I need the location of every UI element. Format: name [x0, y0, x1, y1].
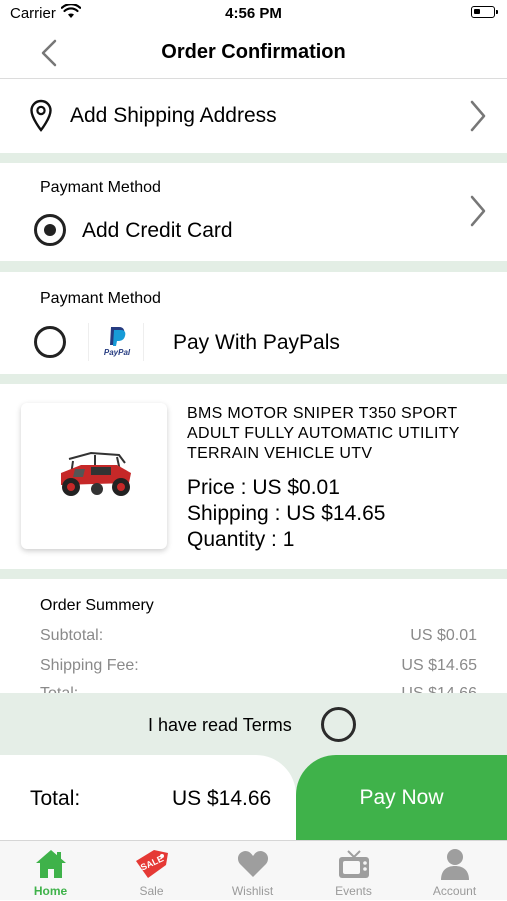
sale-tag-icon: SALE [135, 847, 169, 881]
total-label: Total: [40, 685, 78, 693]
credit-card-radio[interactable] [34, 214, 66, 246]
paypal-label: Pay With PayPals [173, 331, 340, 354]
status-bar: Carrier 4:56 PM [0, 0, 507, 28]
subtotal-value: US $0.01 [410, 627, 477, 644]
credit-card-label: Add Credit Card [82, 219, 233, 242]
payment-method-label: Paymant Method [40, 290, 161, 307]
product-quantity: Quantity : 1 [187, 528, 295, 551]
order-summary-title: Order Summery [40, 597, 154, 614]
user-icon [438, 847, 472, 881]
home-icon [34, 847, 68, 881]
heart-icon [236, 847, 270, 881]
footer-total-value: US $14.66 [172, 787, 272, 810]
section-divider [0, 569, 507, 579]
terms-checkbox[interactable] [321, 707, 356, 742]
paypal-logo-text: PayPal [103, 348, 131, 357]
tab-home[interactable]: Home [0, 841, 101, 901]
paypal-logo: PayPal [88, 323, 144, 361]
tab-sale[interactable]: SALE Sale [101, 841, 202, 901]
tab-bar: Home SALE Sale Wishlist Events Account [0, 840, 507, 900]
subtotal-label: Subtotal: [40, 627, 104, 644]
product-shipping: Shipping : US $14.65 [187, 502, 386, 525]
map-pin-icon [29, 99, 53, 138]
page-title: Order Confirmation [161, 41, 346, 63]
paypal-payment-row[interactable]: Paymant Method Pay With PayPals [0, 272, 507, 374]
tab-events-label: Events [335, 884, 372, 898]
battery-nub [496, 10, 498, 14]
shipping-address-row[interactable]: Add Shipping Address [0, 79, 507, 153]
section-divider [0, 374, 507, 384]
chevron-right-icon [468, 99, 488, 138]
credit-card-payment-row[interactable]: Paymant Method Add Credit Card [0, 163, 507, 261]
tab-account-label: Account [432, 884, 477, 898]
paypal-radio[interactable] [34, 326, 66, 358]
tab-events[interactable]: Events [303, 841, 404, 901]
tab-home-label: Home [33, 884, 68, 898]
tab-account[interactable]: Account [404, 841, 505, 901]
shipping-address-label: Add Shipping Address [70, 104, 277, 127]
product-price: Price : US $0.01 [187, 476, 340, 499]
pay-now-button[interactable]: Pay Now [296, 755, 507, 840]
chevron-right-icon [468, 194, 488, 233]
tab-wishlist[interactable]: Wishlist [202, 841, 303, 901]
section-divider [0, 261, 507, 272]
total-value: US $14.66 [401, 685, 477, 693]
footer-total-label: Total: [30, 787, 81, 810]
product-image [21, 403, 167, 549]
tab-wishlist-label: Wishlist [231, 884, 274, 898]
navigation-bar: Order Confirmation [0, 28, 507, 79]
product-name: BMS MOTOR SNIPER T350 SPORT ADULT FULLY … [187, 405, 460, 462]
shipping-fee-value: US $14.65 [401, 657, 477, 674]
shipping-fee-label: Shipping Fee: [40, 657, 139, 674]
utv-vehicle-image [61, 451, 131, 496]
tv-icon [337, 847, 371, 881]
status-time: 4:56 PM [225, 5, 282, 22]
order-summary: Order Summery Subtotal: US $0.01 Shippin… [0, 579, 507, 693]
section-divider [0, 153, 507, 163]
payment-method-label: Paymant Method [40, 179, 161, 196]
terms-label: I have read Terms [148, 715, 292, 735]
battery-icon [471, 6, 495, 18]
tab-sale-label: Sale [139, 884, 164, 898]
